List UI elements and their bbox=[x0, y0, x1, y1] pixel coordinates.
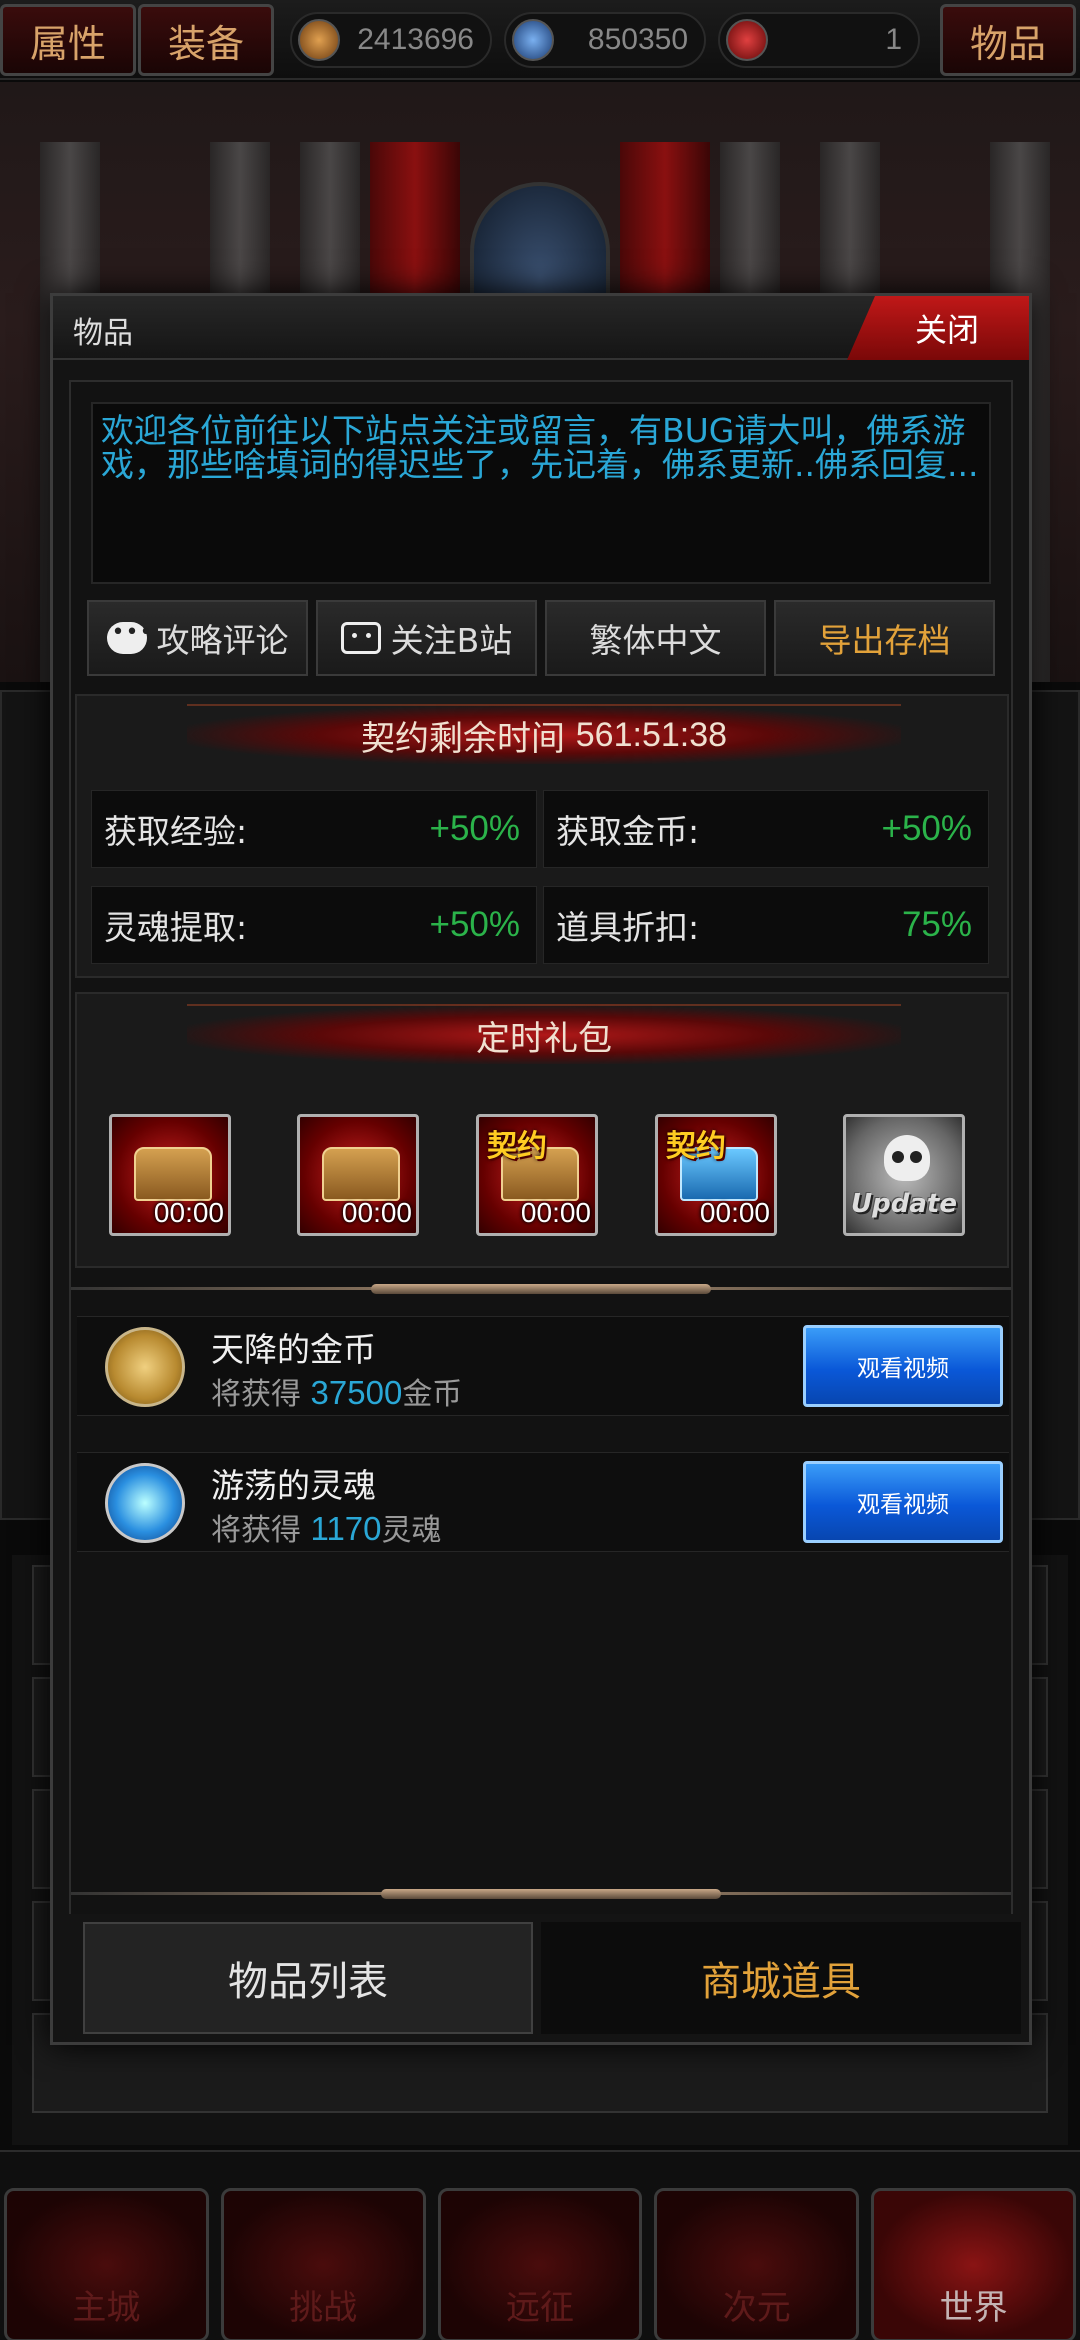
stat-soul-value: +50% bbox=[429, 905, 521, 944]
reward-gold-amount: 37500 bbox=[310, 1374, 403, 1411]
gold-value: 2413696 bbox=[357, 23, 474, 56]
update-label: Update bbox=[851, 1189, 957, 1219]
contract-section: 契约剩余时间 561:51:38 获取经验: +50% 获取金币: +50% 灵… bbox=[75, 694, 1009, 978]
guide-comment-label: 攻略评论 bbox=[156, 621, 289, 660]
nav-main-city[interactable]: 主城 bbox=[4, 2188, 209, 2340]
gift-3-timer: 00:00 bbox=[520, 1197, 591, 1228]
reward-row-gold: 天降的金币 将获得 37500金币 观看视频 bbox=[77, 1316, 1009, 1416]
announcement-text: 欢迎各位前往以下站点关注或留言，有BUG请大叫，佛系游戏，那些啥填词的得迟些了，… bbox=[91, 402, 991, 584]
gift-2-timer: 00:00 bbox=[341, 1197, 412, 1228]
stat-exp-value: +50% bbox=[429, 809, 521, 848]
reward-soul-prefix: 将获得 bbox=[211, 1513, 301, 1548]
treasure-chest-icon bbox=[134, 1147, 212, 1201]
soul-value: 850350 bbox=[587, 23, 688, 56]
stat-soul-label: 灵魂提取: bbox=[104, 908, 248, 947]
gift-1-timer: 00:00 bbox=[153, 1197, 224, 1228]
blue-skull-icon bbox=[512, 19, 554, 61]
stat-gold: 获取金币: +50% bbox=[543, 790, 989, 868]
nav-challenge[interactable]: 挑战 bbox=[220, 2188, 426, 2340]
reward-soul-amount: 1170 bbox=[310, 1510, 382, 1547]
gift-slot-3[interactable]: 契约 00:00 bbox=[476, 1114, 598, 1236]
red-emblem-icon bbox=[726, 19, 768, 61]
treasure-chest-icon bbox=[322, 1147, 400, 1201]
contract-time: 561:51:38 bbox=[575, 715, 728, 754]
items-button[interactable]: 物品 bbox=[940, 4, 1076, 76]
follow-bilibili-button[interactable]: 关注B站 bbox=[316, 600, 537, 676]
chat-bubble-icon bbox=[106, 620, 153, 654]
items-dialog: 物品 关闭 欢迎各位前往以下站点关注或留言，有BUG请大叫，佛系游戏，那些啥填词… bbox=[50, 293, 1032, 2045]
reward-soul-unit: 灵魂 bbox=[381, 1513, 442, 1548]
resource-bar: 2413696 850350 1 bbox=[290, 12, 920, 68]
nav-expedition[interactable]: 远征 bbox=[437, 2188, 643, 2340]
reward-gold-unit: 金币 bbox=[402, 1377, 463, 1412]
gift-4-tag: 契约 bbox=[666, 1129, 726, 1164]
dialog-content: 欢迎各位前往以下站点关注或留言，有BUG请大叫，佛系游戏，那些啥填词的得迟些了，… bbox=[69, 380, 1013, 1950]
gift-slot-2[interactable]: 00:00 bbox=[297, 1114, 419, 1236]
gold-coins-icon bbox=[105, 1327, 185, 1407]
stat-discount-value: 75% bbox=[901, 905, 972, 944]
stat-discount: 道具折扣: 75% bbox=[543, 886, 989, 964]
blue-soul-icon bbox=[105, 1463, 185, 1543]
timed-gift-title: 定时礼包 bbox=[187, 1004, 901, 1064]
stat-exp: 获取经验: +50% bbox=[91, 790, 537, 868]
resource-gold: 2413696 bbox=[290, 12, 492, 68]
reward-soul-desc: 将获得 1170灵魂 bbox=[211, 1505, 442, 1549]
guide-comment-button[interactable]: 攻略评论 bbox=[87, 600, 308, 676]
tab-item-list[interactable]: 物品列表 bbox=[83, 1922, 533, 2034]
dialog-header: 物品 关闭 bbox=[53, 296, 1029, 360]
emblem-value: 1 bbox=[885, 23, 902, 56]
traditional-chinese-button[interactable]: 繁体中文 bbox=[545, 600, 766, 676]
stat-soul: 灵魂提取: +50% bbox=[91, 886, 537, 964]
reward-gold-title: 天降的金币 bbox=[211, 1330, 376, 1369]
stat-gold-label: 获取金币: bbox=[556, 812, 700, 851]
gift-slot-4[interactable]: 契约 00:00 bbox=[655, 1114, 777, 1236]
gift-3-tag: 契约 bbox=[487, 1129, 547, 1164]
export-save-button[interactable]: 导出存档 bbox=[774, 600, 995, 676]
rune-coin-icon bbox=[298, 19, 340, 61]
contract-title: 契约剩余时间 561:51:38 bbox=[187, 704, 901, 764]
watch-video-soul-button[interactable]: 观看视频 bbox=[803, 1461, 1003, 1543]
watch-video-gold-button[interactable]: 观看视频 bbox=[803, 1325, 1003, 1407]
stat-discount-label: 道具折扣: bbox=[556, 908, 700, 947]
link-button-row: 攻略评论 关注B站 繁体中文 导出存档 bbox=[87, 600, 995, 676]
reward-row-soul: 游荡的灵魂 将获得 1170灵魂 观看视频 bbox=[77, 1452, 1009, 1552]
attributes-button[interactable]: 属性 bbox=[0, 4, 136, 76]
follow-bilibili-label: 关注B站 bbox=[390, 621, 513, 660]
nav-dimension[interactable]: 次元 bbox=[654, 2188, 860, 2340]
divider-ornament bbox=[381, 1889, 721, 1899]
reward-gold-prefix: 将获得 bbox=[211, 1377, 301, 1412]
close-button[interactable]: 关闭 bbox=[847, 296, 1029, 360]
gift-4-timer: 00:00 bbox=[699, 1197, 770, 1228]
tab-shop-items[interactable]: 商城道具 bbox=[541, 1922, 1021, 2034]
timed-gift-section: 定时礼包 00:00 00:00 契约 00:00 契约 00:00 Updat… bbox=[75, 992, 1009, 1268]
resource-soul: 850350 bbox=[504, 12, 706, 68]
nav-world[interactable]: 世界 bbox=[871, 2188, 1076, 2340]
top-bar: 属性 装备 2413696 850350 1 物品 bbox=[0, 0, 1080, 80]
reward-soul-title: 游荡的灵魂 bbox=[211, 1466, 376, 1505]
dialog-title: 物品 bbox=[73, 316, 133, 351]
stat-exp-label: 获取经验: bbox=[104, 812, 248, 851]
gift-slot-update[interactable]: Update bbox=[843, 1114, 965, 1236]
dialog-tabs: 物品列表 商城道具 bbox=[53, 1914, 1029, 2042]
stat-gold-value: +50% bbox=[881, 809, 973, 848]
bilibili-tv-icon bbox=[340, 622, 381, 654]
divider-ornament bbox=[371, 1284, 711, 1294]
bottom-nav: 主城 挑战 远征 次元 世界 bbox=[0, 2150, 1080, 2340]
gift-slot-1[interactable]: 00:00 bbox=[109, 1114, 231, 1236]
skull-icon bbox=[884, 1135, 930, 1181]
resource-emblem: 1 bbox=[718, 12, 920, 68]
equipment-button[interactable]: 装备 bbox=[138, 4, 274, 76]
reward-gold-desc: 将获得 37500金币 bbox=[211, 1369, 462, 1413]
contract-title-label: 契约剩余时间 bbox=[360, 718, 565, 759]
